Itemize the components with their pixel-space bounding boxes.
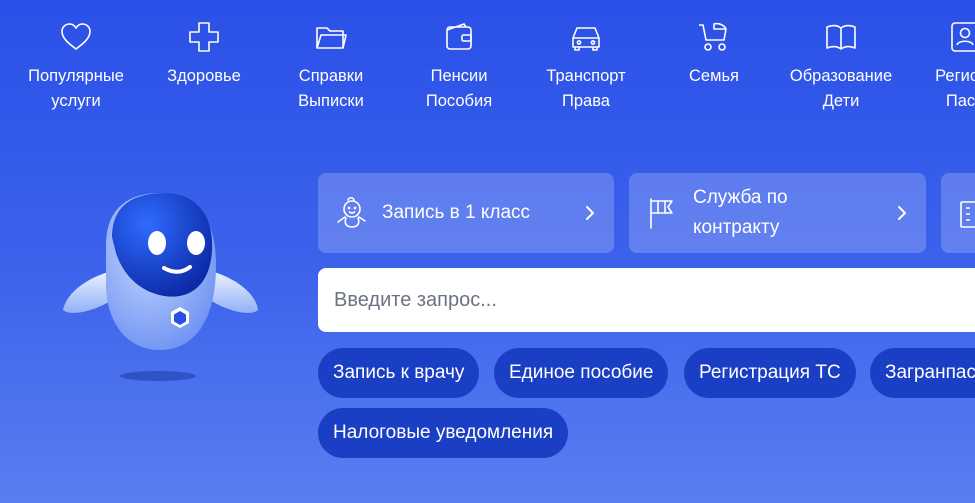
chevron-right-icon — [898, 206, 906, 220]
category-label: Образование Дети — [789, 67, 893, 110]
category-registration[interactable]: Регистр Пасп — [905, 20, 975, 114]
chip-unified-allowance[interactable]: Единое пособие — [494, 348, 669, 398]
category-family[interactable]: Семья — [654, 20, 774, 89]
category-certificates[interactable]: Справки Выписки — [271, 20, 391, 114]
medical-cross-icon — [189, 22, 219, 52]
person-document-icon — [951, 22, 975, 52]
robot-mascot — [63, 193, 258, 381]
category-label: Семья — [689, 67, 739, 85]
category-pensions[interactable]: Пенсии Пособия — [399, 20, 519, 114]
search-input[interactable] — [318, 268, 975, 332]
child-icon — [337, 196, 366, 228]
stroller-icon — [699, 22, 727, 51]
chip-tax-notifications[interactable]: Налоговые уведомления — [318, 408, 569, 458]
category-label: Здоровье — [167, 67, 241, 85]
flag-icon — [650, 198, 673, 229]
category-label: Популярные услуги — [28, 67, 124, 110]
card-contract-service[interactable]: Служба по контракту — [629, 173, 926, 253]
chip-foreign-passport[interactable]: Загранпасп — [870, 348, 975, 398]
chip-doctor-appointment[interactable]: Запись к врачу — [318, 348, 480, 398]
open-book-icon — [826, 24, 856, 50]
category-bar: Популярные услуги Здоровье Справки Выпис… — [0, 0, 975, 120]
wallet-icon — [446, 23, 472, 50]
category-label: Регистр Пасп — [935, 67, 975, 110]
card-label: Служба по контракту — [693, 187, 788, 238]
category-label: Транспорт Права — [546, 67, 626, 110]
card-first-grade[interactable]: Запись в 1 класс — [318, 173, 614, 253]
chip-vehicle-registration[interactable]: Регистрация ТС — [684, 348, 856, 398]
category-transport[interactable]: Транспорт Права — [526, 20, 646, 114]
category-popular[interactable]: Популярные услуги — [16, 20, 136, 114]
folder-icon — [316, 27, 347, 49]
category-label: Справки Выписки — [298, 67, 364, 110]
car-icon — [572, 27, 600, 51]
building-icon — [960, 201, 975, 228]
category-health[interactable]: Здоровье — [144, 20, 264, 89]
card-partial[interactable] — [941, 173, 975, 253]
category-label: Пенсии Пособия — [425, 67, 493, 110]
heart-icon — [61, 23, 91, 50]
category-education[interactable]: Образование Дети — [781, 20, 901, 114]
chevron-right-icon — [586, 206, 594, 220]
card-label: Запись в 1 класс — [382, 202, 531, 223]
